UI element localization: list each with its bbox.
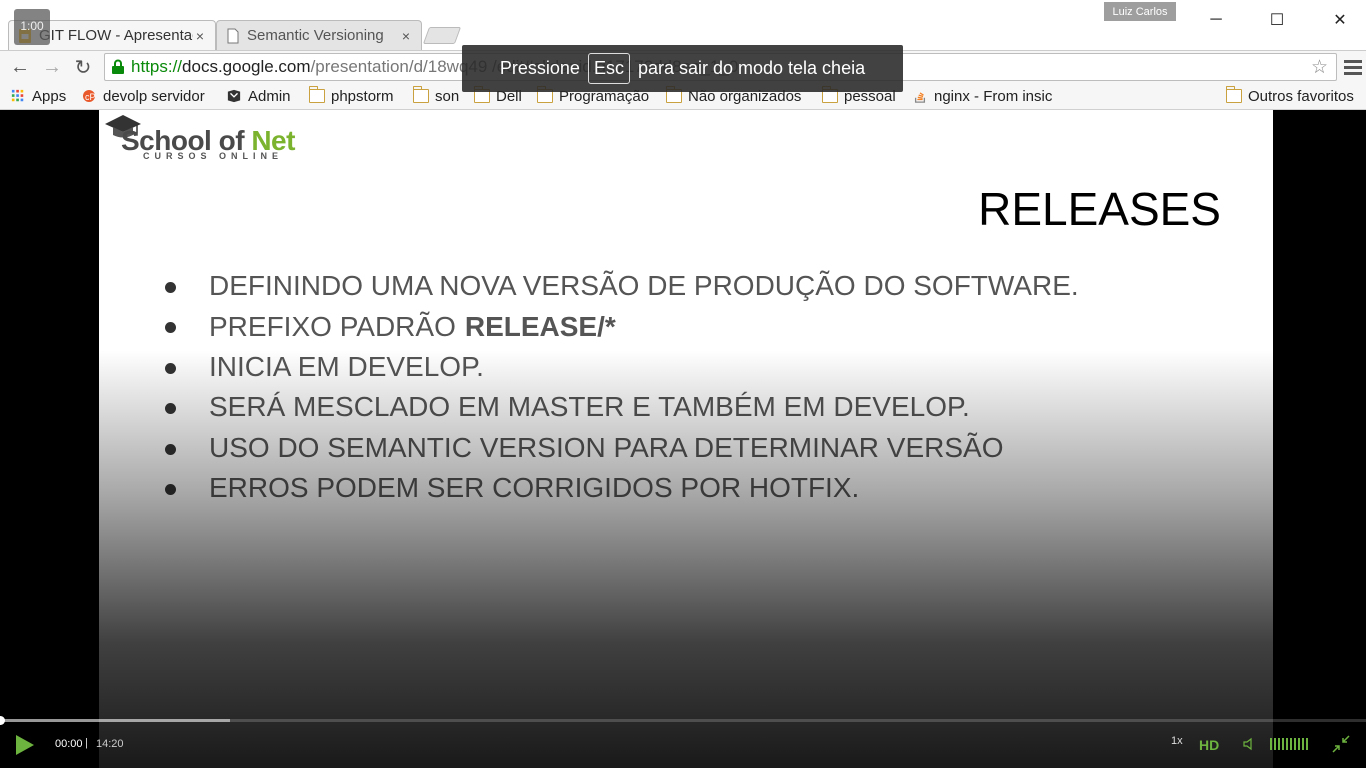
bookmark-son[interactable]: son xyxy=(412,86,460,106)
player-controls: 00:00 | 14:20 1x HD xyxy=(0,722,1366,768)
time-separator: | xyxy=(85,737,88,749)
fullscreen-notice: Pressione Esc para sair do modo tela che… xyxy=(462,45,903,92)
cpanel-icon: cP xyxy=(83,90,96,102)
tab-close-icon[interactable]: × xyxy=(399,28,413,44)
chrome-menu-icon[interactable] xyxy=(1344,55,1362,79)
apps-grid-icon xyxy=(11,89,24,102)
folder-icon xyxy=(1225,86,1242,103)
tab-close-icon[interactable]: × xyxy=(193,28,207,44)
video-stage[interactable]: School of Net CURSOS ONLINE RELEASES DEF… xyxy=(0,110,1366,768)
bookmark-devolp-servidor[interactable]: cP devolp servidor xyxy=(81,86,205,106)
logo-subtitle: CURSOS ONLINE xyxy=(143,151,284,161)
bookmark-label: nginx - From insic xyxy=(934,87,1053,105)
bookmark-label: phpstorm xyxy=(331,87,394,105)
stackoverflow-icon xyxy=(914,92,926,103)
url-host: docs.google.com xyxy=(182,57,311,76)
school-of-net-logo: School of Net CURSOS ONLINE xyxy=(103,112,313,164)
lock-icon xyxy=(112,59,124,74)
new-tab-button[interactable] xyxy=(422,27,462,44)
back-arrow-icon[interactable]: ← xyxy=(8,55,32,79)
reload-icon[interactable]: ↻ xyxy=(71,55,95,79)
bullet-item: ERROS PODEM SER CORRIGIDOS POR HOTFIX. xyxy=(163,468,1079,508)
folder-icon xyxy=(412,86,429,103)
bookmark-label: devolp servidor xyxy=(103,87,205,105)
admin-icon xyxy=(227,89,241,103)
tab-title: Semantic Versioning xyxy=(247,27,384,44)
bookmark-label: son xyxy=(435,87,460,105)
bookmark-label: Apps xyxy=(32,87,67,105)
page-favicon-icon xyxy=(227,28,239,43)
quality-button[interactable]: HD xyxy=(1199,737,1219,753)
tab-semantic-versioning[interactable]: Semantic Versioning × xyxy=(216,20,422,50)
forward-arrow-icon[interactable]: → xyxy=(40,55,64,79)
bookmark-apps[interactable]: Apps xyxy=(10,86,66,106)
bookmark-outros-favoritos[interactable]: Outros favoritos xyxy=(1225,86,1354,106)
svg-text:cP: cP xyxy=(85,92,96,102)
exit-fullscreen-icon[interactable] xyxy=(1332,735,1350,753)
folder-icon xyxy=(308,86,325,103)
close-window-button[interactable]: ✕ xyxy=(1328,8,1352,32)
playback-speed-button[interactable]: 1x xyxy=(1171,735,1183,747)
volume-icon[interactable] xyxy=(1242,736,1258,752)
bookmark-star-icon[interactable]: ☆ xyxy=(1311,56,1328,79)
esc-key: Esc xyxy=(587,53,630,84)
timecode-badge: 1:00 xyxy=(14,9,50,45)
bullet-item: PREFIXO PADRÃO RELEASE/* xyxy=(163,306,1079,346)
browser-titlebar: 1:00 GIT FLOW - Apresentação × Semantic … xyxy=(0,0,1366,50)
slide: School of Net CURSOS ONLINE RELEASES DEF… xyxy=(99,110,1273,768)
fullscreen-notice-suffix: para sair do modo tela cheia xyxy=(637,58,866,78)
bullet-item: SERÁ MESCLADO EM MASTER E TAMBÉM EM DEVE… xyxy=(163,387,1079,427)
bookmark-nginx[interactable]: nginx - From insic xyxy=(912,86,1052,106)
current-time: 00:00 xyxy=(55,738,83,750)
volume-slider[interactable] xyxy=(1270,738,1308,750)
play-icon[interactable] xyxy=(16,735,34,755)
bullet-list: DEFININDO UMA NOVA VERSÃO DE PRODUÇÃO DO… xyxy=(163,266,1079,508)
bullet-item: INICIA EM DEVELOP. xyxy=(163,347,1079,387)
bookmark-label: Admin xyxy=(248,87,291,105)
bookmark-admin[interactable]: Admin xyxy=(226,86,291,106)
maximize-button[interactable]: ☐ xyxy=(1265,8,1289,32)
total-time: 14:20 xyxy=(96,738,124,750)
tab-title: GIT FLOW - Apresentação xyxy=(39,27,193,44)
slide-heading: RELEASES xyxy=(978,183,1221,235)
fullscreen-notice-prefix: Pressione xyxy=(499,58,580,78)
bullet-bold-text: RELEASE/* xyxy=(464,310,616,342)
bullet-item: DEFININDO UMA NOVA VERSÃO DE PRODUÇÃO DO… xyxy=(163,266,1079,306)
bullet-item: USO DO SEMANTIC VERSION PARA DETERMINAR … xyxy=(163,428,1079,468)
url-scheme: https:// xyxy=(131,57,183,76)
profile-button[interactable]: Luiz Carlos xyxy=(1104,2,1176,21)
bookmark-label: Outros favoritos xyxy=(1248,87,1354,105)
minimize-button[interactable]: ─ xyxy=(1204,8,1228,32)
bookmark-phpstorm[interactable]: phpstorm xyxy=(308,86,394,106)
